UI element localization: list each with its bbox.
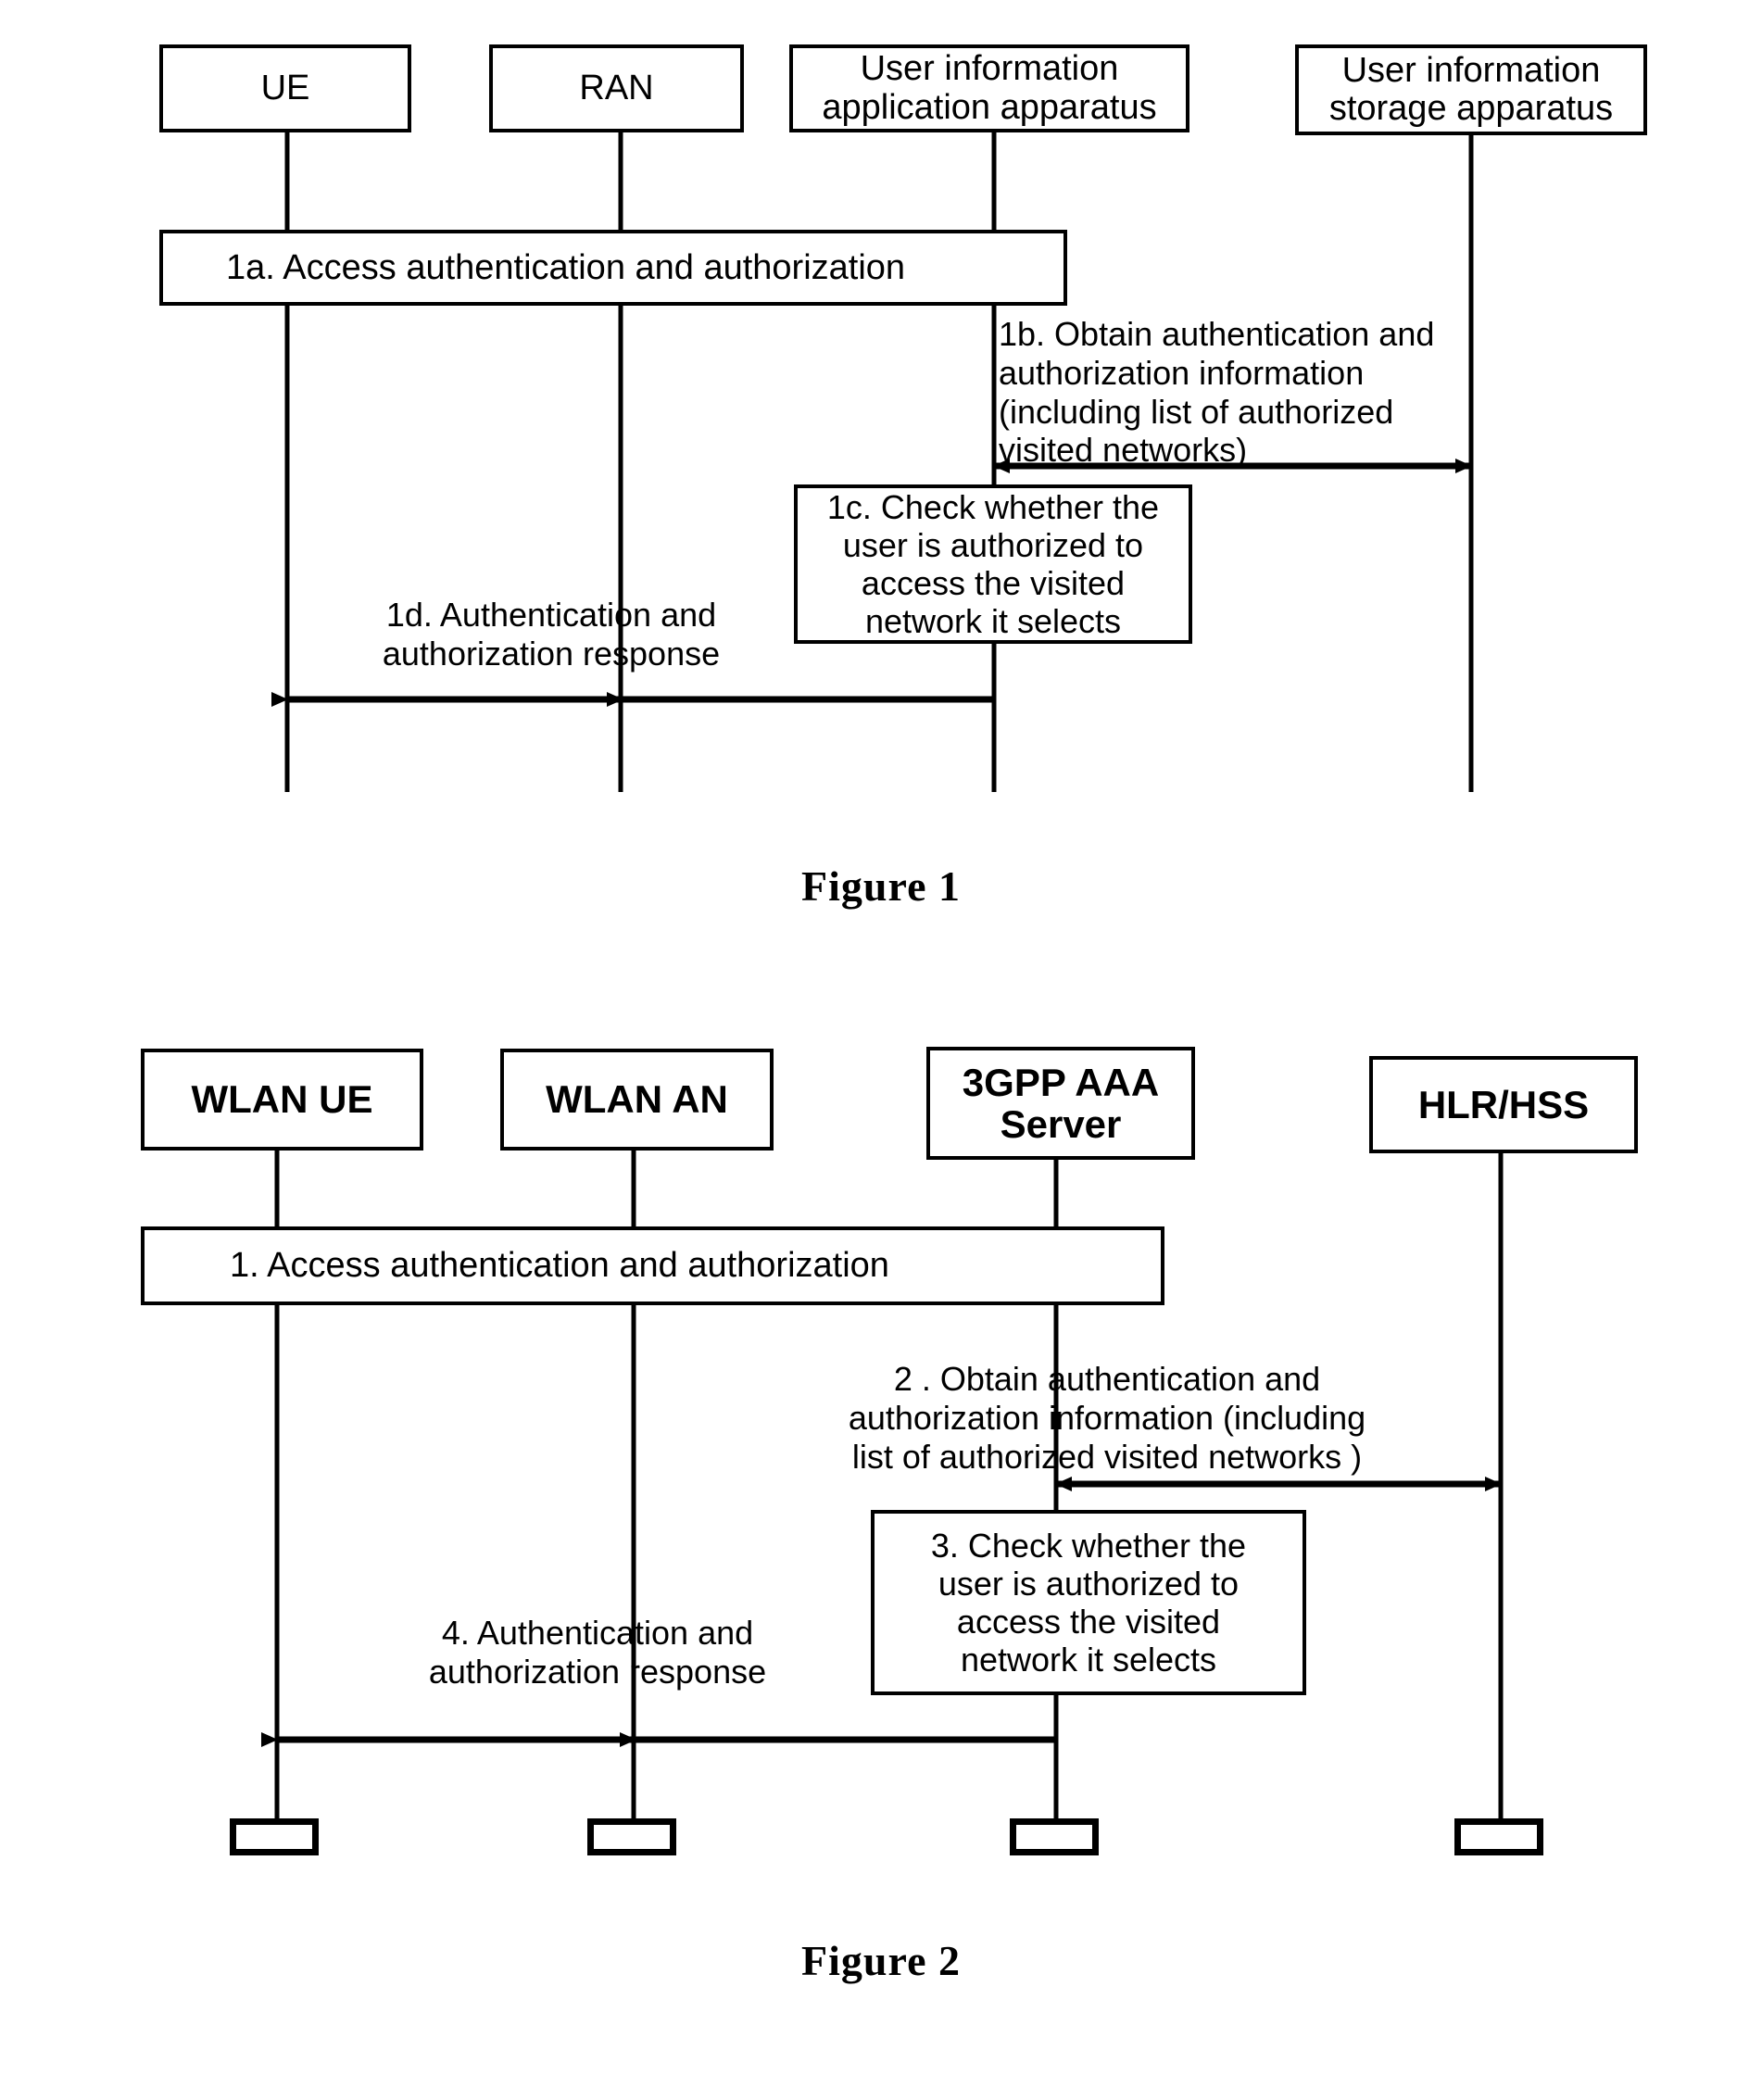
fig1-step-1b-label: 1b. Obtain authentication and authorizat…: [999, 315, 1435, 470]
fig2-step-3-label: 3. Check whether the user is authorized …: [930, 1526, 1247, 1679]
fig1-node-user-info-storage[interactable]: User information storage apparatus: [1295, 44, 1647, 135]
fig1-node-user-info-app-label: User information application apparatus: [822, 49, 1157, 127]
fig2-node-wlan-ue[interactable]: WLAN UE: [141, 1049, 423, 1151]
fig1-node-ue-label: UE: [260, 68, 310, 107]
fig2-node-hlr-hss[interactable]: HLR/HSS: [1369, 1056, 1638, 1153]
fig1-step-1d-label: 1d. Authentication and authorization res…: [382, 596, 721, 673]
fig2-step-1-label: 1. Access authentication and authorizati…: [230, 1246, 889, 1285]
fig2-step-2-label: 2 . Obtain authentication and authorizat…: [848, 1360, 1366, 1476]
fig1-step-1c-note[interactable]: 1c. Check whether the user is authorized…: [794, 484, 1192, 644]
fig1-caption: Figure 1: [801, 862, 961, 910]
fig2-step-1-bar[interactable]: 1. Access authentication and authorizati…: [141, 1226, 1164, 1305]
fig2-node-hlr-hss-label: HLR/HSS: [1417, 1082, 1590, 1126]
fig1-step-1c-label: 1c. Check whether the user is authorized…: [826, 487, 1160, 641]
fig2-caption: Figure 2: [801, 1937, 961, 1984]
fig2-terminator-aaa-server: [1010, 1818, 1099, 1855]
fig1-step-1a-label: 1a. Access authentication and authorizat…: [226, 247, 906, 287]
fig2-node-wlan-an-label: WLAN AN: [546, 1077, 728, 1122]
fig2-terminator-wlan-an: [587, 1818, 676, 1855]
fig2-node-wlan-an[interactable]: WLAN AN: [500, 1049, 774, 1151]
fig2-step-3-note[interactable]: 3. Check whether the user is authorized …: [871, 1510, 1306, 1695]
fig2-terminator-hlr-hss: [1454, 1818, 1543, 1855]
fig1-node-user-info-storage-label: User information storage apparatus: [1328, 50, 1614, 128]
fig2-node-wlan-ue-label: WLAN UE: [191, 1077, 373, 1122]
figure-sheet: UE RAN User information application appa…: [0, 0, 1762, 2100]
fig2-terminator-wlan-ue: [230, 1818, 319, 1855]
fig2-node-aaa-server[interactable]: 3GPP AAA Server: [926, 1047, 1195, 1160]
fig2-step-4-label: 4. Authentication and authorization resp…: [428, 1614, 767, 1691]
fig1-node-ue[interactable]: UE: [159, 44, 411, 132]
fig1-node-user-info-app[interactable]: User information application apparatus: [789, 44, 1189, 132]
fig1-node-ran[interactable]: RAN: [489, 44, 744, 132]
fig2-node-aaa-server-label: 3GPP AAA Server: [962, 1060, 1160, 1146]
fig1-node-ran-label: RAN: [579, 68, 654, 107]
fig1-step-1a-bar[interactable]: 1a. Access authentication and authorizat…: [159, 230, 1067, 306]
